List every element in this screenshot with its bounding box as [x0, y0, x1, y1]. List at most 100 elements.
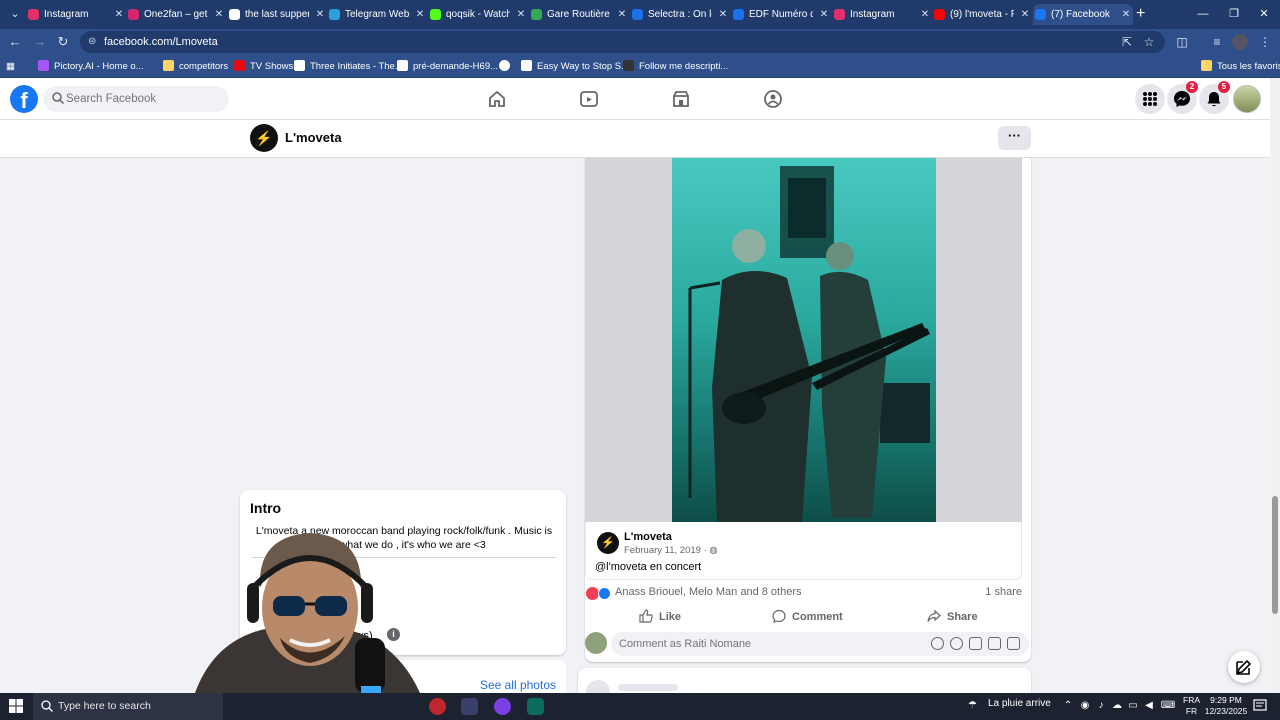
groups-icon[interactable] [762, 88, 784, 110]
shares-count[interactable]: 1 share [985, 586, 1022, 598]
browser-tab[interactable]: (9) l'moveta - F ✕ [932, 4, 1032, 25]
weather-widget[interactable]: ☂ La pluie arrive [968, 698, 1051, 712]
show-hidden-icons[interactable]: ⌃ [1061, 699, 1075, 713]
account-avatar[interactable] [1233, 85, 1261, 113]
volume-icon[interactable]: ◀ [1142, 699, 1156, 713]
app-icon-editor[interactable] [461, 698, 478, 715]
bookmark-item[interactable]: competitors [163, 59, 228, 75]
profile-avatar[interactable] [1232, 34, 1248, 50]
back-button[interactable]: ← [6, 33, 24, 51]
close-tab-icon[interactable]: ✕ [918, 4, 932, 25]
system-clock[interactable]: 9:29 PM 12/23/2025 [1202, 695, 1250, 717]
user-avatar[interactable] [585, 632, 607, 654]
app-icon-terminal[interactable] [527, 698, 544, 715]
browser-tab[interactable]: (7) Facebook ✕ [1033, 4, 1133, 25]
close-window-button[interactable]: ✕ [1254, 4, 1274, 24]
tab-search-button[interactable]: ⌄ [6, 5, 24, 23]
close-tab-icon[interactable]: ✕ [514, 4, 528, 25]
comment-input[interactable] [619, 632, 919, 656]
minimize-button[interactable]: — [1193, 4, 1213, 24]
browser-tab[interactable]: One2fan – get ✕ [126, 4, 226, 25]
reload-button[interactable]: ↻ [54, 33, 72, 51]
gif-icon[interactable] [988, 637, 1001, 650]
post-media[interactable] [585, 158, 1022, 522]
extensions-icon[interactable]: ◫ [1173, 33, 1191, 51]
post-date[interactable]: February 11, 2019 · ◍ [624, 545, 718, 556]
marketplace-icon[interactable] [670, 88, 692, 110]
facebook-logo[interactable]: f [10, 85, 38, 113]
close-tab-icon[interactable]: ✕ [1018, 4, 1032, 25]
emoji-icon[interactable] [950, 637, 963, 650]
forward-button[interactable]: → [31, 33, 49, 51]
sticker-icon[interactable] [1007, 637, 1020, 650]
meet-now-icon[interactable]: ◉ [1078, 699, 1092, 713]
site-info-icon[interactable]: ⊜ [88, 35, 100, 49]
menu-kebab-icon[interactable]: ⋮ [1256, 33, 1274, 51]
comment-field[interactable] [611, 632, 1029, 656]
more-options-button[interactable]: ··· [998, 126, 1031, 150]
page-name[interactable]: L'moveta [285, 130, 342, 145]
onedrive-icon[interactable]: ☁ [1110, 699, 1124, 713]
bookmark-item[interactable]: Easy Way to Stop S... [521, 59, 629, 75]
page-scrollbar[interactable] [1270, 78, 1280, 693]
close-tab-icon[interactable]: ✕ [313, 4, 327, 25]
close-tab-icon[interactable]: ✕ [615, 4, 629, 25]
bookmark-item[interactable]: Follow me descripti... [623, 59, 728, 75]
close-tab-icon[interactable]: ✕ [112, 4, 126, 25]
search-box[interactable] [43, 86, 229, 112]
new-message-button[interactable] [1228, 651, 1260, 683]
author-name[interactable]: L'moveta [624, 531, 672, 543]
bookmark-item[interactable]: Pictory.AI - Home o... [38, 59, 144, 75]
page-logo[interactable]: ⚡ [250, 124, 278, 152]
url-text[interactable]: facebook.com/Lmoveta [104, 31, 218, 53]
avatar-sticker-icon[interactable] [931, 637, 944, 650]
browser-tab[interactable]: qoqsik - Watch ✕ [428, 4, 528, 25]
close-tab-icon[interactable]: ✕ [1119, 4, 1133, 25]
camera-icon[interactable] [969, 637, 982, 650]
browser-tab[interactable]: EDF Numéro d ✕ [731, 4, 831, 25]
keyboard-icon[interactable]: ⌨ [1160, 699, 1176, 713]
address-bar[interactable]: ⊜ facebook.com/Lmoveta ⇱ ☆ [80, 31, 1165, 53]
close-tab-icon[interactable]: ✕ [817, 4, 831, 25]
app-icon-obs[interactable] [494, 698, 511, 715]
browser-tab[interactable]: Instagram ✕ [26, 4, 126, 25]
app-icon-recorder[interactable] [429, 698, 446, 715]
like-button[interactable]: Like [639, 604, 681, 630]
notification-center-icon[interactable] [1253, 699, 1267, 713]
reactions-summary[interactable]: Anass Briouel, Melo Man and 8 others 1 s… [585, 584, 1031, 602]
bookmark-item[interactable] [499, 59, 515, 75]
concert-photo[interactable] [672, 158, 936, 522]
comment-button[interactable]: Comment [772, 604, 843, 630]
display-icon[interactable]: ▭ [1126, 699, 1140, 713]
microphone-icon[interactable]: ♪ [1094, 699, 1108, 713]
post-date-text[interactable]: February 11, 2019 · [624, 545, 709, 556]
scrollbar-thumb[interactable] [1272, 496, 1278, 614]
windows-start-icon[interactable] [9, 699, 23, 713]
browser-tab[interactable]: Gare Routière ✕ [529, 4, 629, 25]
menu-grid-button[interactable] [1135, 84, 1165, 114]
reactions-names[interactable]: Anass Briouel, Melo Man and 8 others [615, 586, 802, 598]
bookmark-item[interactable]: pré-demande-H69... [397, 59, 498, 75]
close-tab-icon[interactable]: ✕ [413, 4, 427, 25]
restore-button[interactable]: ❐ [1224, 4, 1244, 24]
all-bookmarks[interactable]: Tous les favoris [1201, 59, 1280, 75]
bookmark-item[interactable]: Three Initiates - The... [294, 59, 403, 75]
author-avatar[interactable]: ⚡ [597, 532, 619, 554]
taskbar-search[interactable]: Type here to search [33, 693, 223, 720]
share-button[interactable]: Share [927, 604, 978, 630]
browser-tab[interactable]: the last supper ✕ [227, 4, 327, 25]
new-tab-button[interactable]: + [1136, 4, 1152, 24]
browser-tab[interactable]: Telegram Web ✕ [327, 4, 427, 25]
close-tab-icon[interactable]: ✕ [212, 4, 226, 25]
bookmark-star-icon[interactable]: ☆ [1140, 33, 1158, 51]
bookmark-item[interactable]: TV Shows [234, 59, 293, 75]
see-all-photos-link[interactable]: See all photos [480, 678, 556, 692]
language-indicator[interactable]: FRA FR [1183, 695, 1200, 717]
apps-grid-icon[interactable]: ▦ [6, 59, 20, 75]
browser-tab[interactable]: Selectra : On le ✕ [630, 4, 730, 25]
home-icon[interactable] [486, 88, 508, 110]
browser-tab[interactable]: Instagram ✕ [832, 4, 932, 25]
install-app-icon[interactable]: ⇱ [1118, 33, 1136, 51]
video-icon[interactable] [578, 88, 600, 110]
search-input[interactable] [66, 86, 226, 112]
